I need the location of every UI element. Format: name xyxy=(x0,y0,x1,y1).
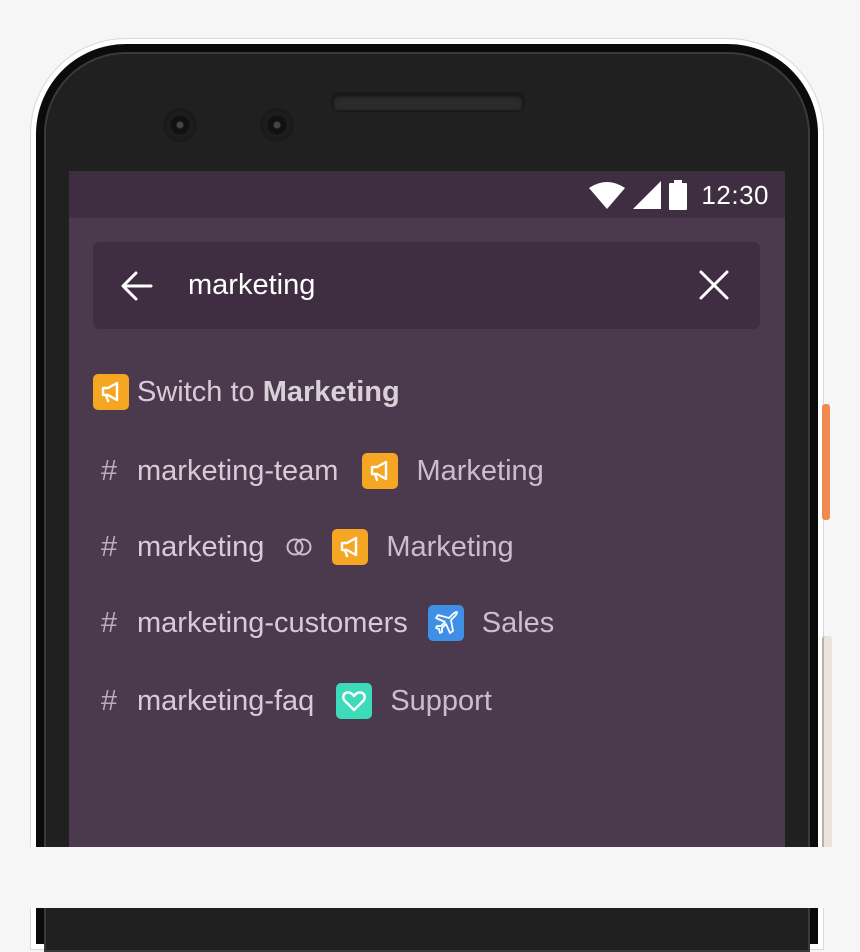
megaphone-icon xyxy=(362,453,399,489)
volume-button xyxy=(822,636,832,856)
front-sensor xyxy=(263,111,291,139)
status-icons: 12:30 xyxy=(589,179,769,210)
front-camera xyxy=(166,111,194,139)
channel-name: marketing-faq xyxy=(137,684,315,717)
clear-search-button[interactable] xyxy=(695,266,733,304)
power-button xyxy=(822,404,830,520)
megaphone-icon xyxy=(332,529,369,565)
channel-name: marketing xyxy=(137,530,265,563)
channel-hash-icon: # xyxy=(101,530,118,563)
switch-workspace-name: Marketing xyxy=(262,375,400,408)
battery-icon xyxy=(669,180,688,210)
channel-result[interactable]: # marketing-faq Support xyxy=(93,683,492,719)
workspace-name: Marketing xyxy=(416,454,544,487)
megaphone-icon xyxy=(93,374,129,410)
channel-name: marketing-customers xyxy=(137,606,408,639)
close-icon xyxy=(699,270,729,300)
workspace-name: Marketing xyxy=(386,530,514,563)
channel-hash-icon: # xyxy=(101,684,118,717)
channel-result[interactable]: # marketing Marketing xyxy=(93,529,514,565)
workspace-name: Sales xyxy=(481,606,555,639)
airplane-icon xyxy=(427,605,464,641)
channel-result[interactable]: # marketing-customers Sales xyxy=(93,605,554,641)
switch-workspace-item[interactable]: Switch to Marketing xyxy=(93,374,400,410)
search-bar xyxy=(93,242,760,329)
heart-icon xyxy=(336,683,373,719)
status-time: 12:30 xyxy=(701,179,769,210)
app-screen: 12:30 Switch to Marketing # marketing-te… xyxy=(69,171,785,847)
shared-channel-icon xyxy=(286,538,312,556)
channel-name: marketing-team xyxy=(137,454,339,487)
arrow-left-icon xyxy=(121,271,153,301)
page-background-bottom xyxy=(0,847,860,908)
search-input[interactable] xyxy=(188,264,668,306)
wifi-icon xyxy=(589,182,626,209)
signal-icon xyxy=(633,181,662,209)
switch-prefix: Switch to xyxy=(137,375,255,408)
channel-result[interactable]: # marketing-team Marketing xyxy=(93,453,544,489)
workspace-name: Support xyxy=(390,684,492,717)
earpiece-speaker xyxy=(331,92,525,112)
status-bar: 12:30 xyxy=(69,171,785,218)
channel-hash-icon: # xyxy=(101,454,118,487)
back-button[interactable] xyxy=(119,268,155,304)
channel-hash-icon: # xyxy=(101,606,118,639)
